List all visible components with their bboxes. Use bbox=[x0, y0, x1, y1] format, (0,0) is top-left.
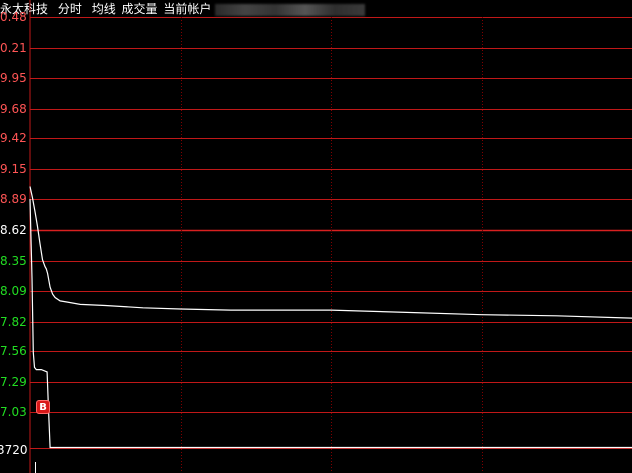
price-tick-label: 7.56 bbox=[0, 345, 27, 357]
price-tick-label: 9.15 bbox=[0, 163, 27, 175]
buy-marker[interactable]: B bbox=[36, 400, 50, 414]
price-tick-label: 0.21 bbox=[0, 42, 27, 54]
account-label[interactable]: 当前帐户 bbox=[163, 2, 211, 16]
price-tick-label: 9.68 bbox=[0, 103, 27, 115]
chart-header: 永太科技 分时 均线 成交量 当前帐户 bbox=[0, 0, 632, 18]
price-tick-label: 0.48 bbox=[0, 11, 27, 23]
price-tick-label: 7.82 bbox=[0, 316, 27, 328]
period-label[interactable]: 分时 bbox=[58, 2, 82, 16]
intraday-chart-window: 永太科技 分时 均线 成交量 当前帐户 0.48 0.21 9.95 9.68 9.42… bbox=[0, 0, 632, 473]
redacted-account-info bbox=[215, 3, 366, 16]
price-tick-label: 8.35 bbox=[0, 255, 27, 267]
price-tick-label: 3720 bbox=[0, 444, 28, 456]
price-tick-label: 9.42 bbox=[0, 132, 27, 144]
price-tick-label: 9.95 bbox=[0, 72, 27, 84]
price-tick-label: 7.29 bbox=[0, 376, 27, 388]
price-tick-label: 8.62 bbox=[0, 224, 27, 236]
price-tick-label: 7.03 bbox=[0, 406, 27, 418]
avg-line-label[interactable]: 均线 bbox=[92, 2, 116, 16]
intraday-chart[interactable] bbox=[0, 0, 632, 473]
price-tick-label: 8.89 bbox=[0, 193, 27, 205]
volume-label[interactable]: 成交量 bbox=[122, 2, 158, 16]
price-tick-label: 8.09 bbox=[0, 285, 27, 297]
